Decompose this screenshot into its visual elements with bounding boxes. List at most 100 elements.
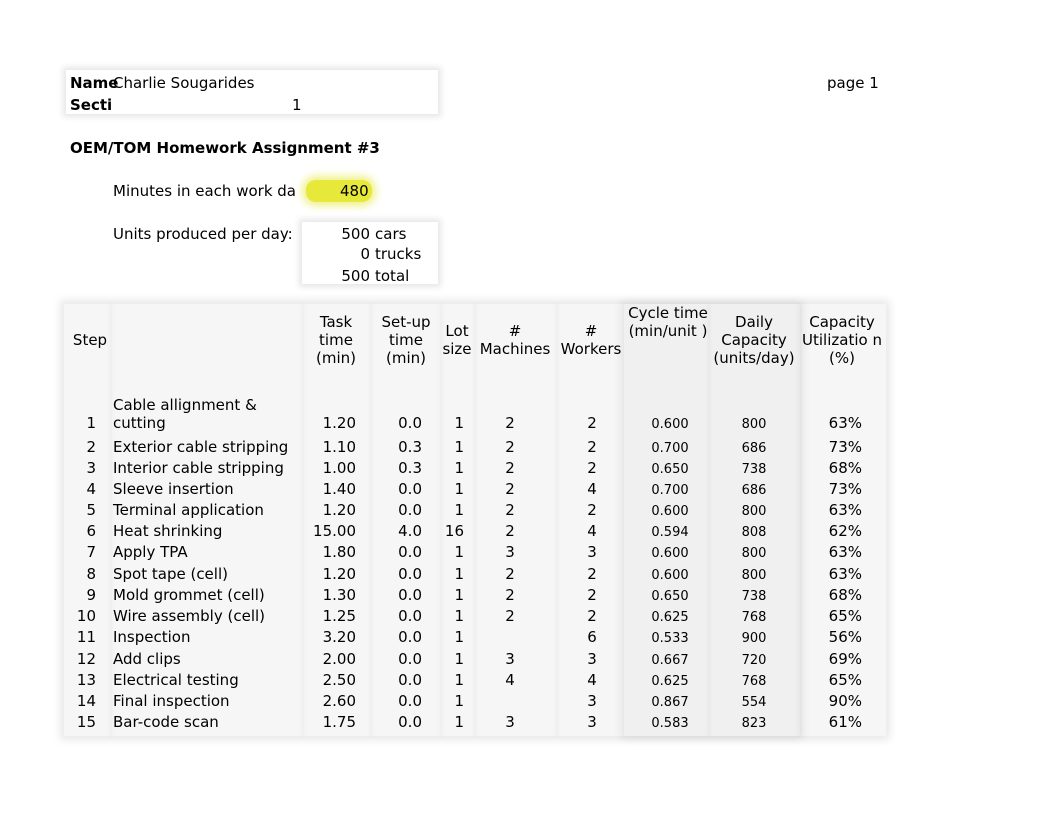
lot-size-cell[interactable]: 1: [440, 501, 464, 519]
setup-time-cell[interactable]: 0.0: [378, 671, 422, 689]
machines-count-cell[interactable]: 3: [498, 713, 522, 731]
workers-count-cell[interactable]: 2: [580, 438, 604, 456]
table-row: 15 Bar-code scan 1.75 0.0 1 3 3 0.583 823 61%: [64, 713, 886, 734]
setup-time-cell[interactable]: 0.0: [378, 414, 422, 432]
lot-size-cell[interactable]: 1: [440, 414, 464, 432]
setup-time-cell[interactable]: 0.0: [378, 607, 422, 625]
step-number-cell: 15: [76, 713, 96, 731]
lot-size-cell[interactable]: 1: [440, 650, 464, 668]
task-time-cell[interactable]: 1.00: [308, 459, 356, 477]
task-time-cell[interactable]: 1.80: [308, 543, 356, 561]
setup-time-cell[interactable]: 0.0: [378, 692, 422, 710]
table-row: 14 Final inspection 2.60 0.0 1 3 0.867 554 90%: [64, 692, 886, 713]
setup-time-cell[interactable]: 0.0: [378, 650, 422, 668]
header-machines: # Machines: [479, 322, 551, 358]
setup-time-cell[interactable]: 0.0: [378, 543, 422, 561]
task-time-cell[interactable]: 15.00: [308, 522, 356, 540]
workers-count-cell[interactable]: 3: [580, 692, 604, 710]
workers-count-cell[interactable]: 2: [580, 501, 604, 519]
lot-size-cell[interactable]: 1: [440, 586, 464, 604]
task-time-cell[interactable]: 1.10: [308, 438, 356, 456]
lot-size-cell[interactable]: 1: [440, 692, 464, 710]
step-description-cell: Electrical testing: [113, 671, 239, 689]
cycle-time-cell: 0.600: [651, 546, 689, 561]
task-time-cell[interactable]: 1.25: [308, 607, 356, 625]
capacity-utilization-cell: 73%: [828, 438, 862, 456]
daily-capacity-cell: 800: [741, 568, 767, 583]
setup-time-cell[interactable]: 0.3: [378, 459, 422, 477]
minutes-label: Minutes in each work da: [113, 182, 296, 200]
step-number-cell: 10: [76, 607, 96, 625]
setup-time-cell[interactable]: 0.3: [378, 438, 422, 456]
workers-count-cell[interactable]: 2: [580, 565, 604, 583]
workers-count-cell[interactable]: 4: [580, 522, 604, 540]
workers-count-cell[interactable]: 3: [580, 713, 604, 731]
setup-time-cell[interactable]: 0.0: [378, 713, 422, 731]
setup-time-cell[interactable]: 0.0: [378, 501, 422, 519]
cycle-time-cell: 0.700: [651, 441, 689, 456]
lot-size-cell[interactable]: 1: [440, 607, 464, 625]
task-time-cell[interactable]: 1.20: [308, 414, 356, 432]
workers-count-cell[interactable]: 2: [580, 586, 604, 604]
workers-count-cell[interactable]: 4: [580, 480, 604, 498]
machines-count-cell[interactable]: 2: [498, 607, 522, 625]
units-value[interactable]: 500: [310, 267, 370, 285]
lot-size-cell[interactable]: 1: [440, 480, 464, 498]
lot-size-cell[interactable]: 1: [440, 438, 464, 456]
lot-size-cell[interactable]: 1: [440, 543, 464, 561]
task-time-cell[interactable]: 1.20: [308, 565, 356, 583]
cycle-time-cell: 0.583: [651, 716, 689, 731]
machines-count-cell[interactable]: 2: [498, 459, 522, 477]
machines-count-cell[interactable]: 2: [498, 522, 522, 540]
task-time-cell[interactable]: 2.50: [308, 671, 356, 689]
machines-count-cell[interactable]: 3: [498, 650, 522, 668]
machines-count-cell[interactable]: 2: [498, 565, 522, 583]
lot-size-cell[interactable]: 1: [440, 713, 464, 731]
machines-count-cell[interactable]: 4: [498, 671, 522, 689]
machines-count-cell[interactable]: 2: [498, 501, 522, 519]
workers-count-cell[interactable]: 2: [580, 459, 604, 477]
name-value[interactable]: Charlie Sougarides: [113, 74, 255, 92]
capacity-utilization-cell: 68%: [828, 586, 862, 604]
section-value[interactable]: 1: [292, 96, 302, 114]
task-time-cell[interactable]: 1.75: [308, 713, 356, 731]
step-description-cell: Heat shrinking: [113, 522, 223, 540]
setup-time-cell[interactable]: 0.0: [378, 586, 422, 604]
task-time-cell[interactable]: 1.30: [308, 586, 356, 604]
task-time-cell[interactable]: 2.00: [308, 650, 356, 668]
setup-time-cell[interactable]: 0.0: [378, 628, 422, 646]
workers-count-cell[interactable]: 3: [580, 543, 604, 561]
lot-size-cell[interactable]: 1: [440, 459, 464, 477]
cycle-time-cell: 0.625: [651, 674, 689, 689]
step-description-cell: Cable allignment & cutting: [113, 396, 257, 432]
header-workers: # Workers: [560, 322, 622, 358]
table-row: 2 Exterior cable stripping 1.10 0.3 1 2 2 0.700…: [64, 438, 886, 459]
workers-count-cell[interactable]: 2: [580, 414, 604, 432]
workers-count-cell[interactable]: 4: [580, 671, 604, 689]
lot-size-cell[interactable]: 16: [440, 522, 464, 540]
machines-count-cell[interactable]: 2: [498, 414, 522, 432]
units-value[interactable]: 500: [310, 225, 370, 243]
setup-time-cell[interactable]: 0.0: [378, 565, 422, 583]
lot-size-cell[interactable]: 1: [440, 565, 464, 583]
lot-size-cell[interactable]: 1: [440, 628, 464, 646]
workers-count-cell[interactable]: 6: [580, 628, 604, 646]
task-time-cell[interactable]: 1.40: [308, 480, 356, 498]
minutes-value[interactable]: 480: [340, 182, 369, 200]
setup-time-cell[interactable]: 0.0: [378, 480, 422, 498]
page-title: OEM/TOM Homework Assignment #3: [70, 139, 380, 157]
machines-count-cell[interactable]: 2: [498, 438, 522, 456]
task-time-cell[interactable]: 1.20: [308, 501, 356, 519]
machines-count-cell[interactable]: 2: [498, 480, 522, 498]
machines-count-cell[interactable]: 3: [498, 543, 522, 561]
task-time-cell[interactable]: 2.60: [308, 692, 356, 710]
lot-size-cell[interactable]: 1: [440, 671, 464, 689]
task-time-cell[interactable]: 3.20: [308, 628, 356, 646]
step-number-cell: 13: [76, 671, 96, 689]
setup-time-cell[interactable]: 4.0: [378, 522, 422, 540]
workers-count-cell[interactable]: 3: [580, 650, 604, 668]
machines-count-cell[interactable]: 2: [498, 586, 522, 604]
units-value[interactable]: 0: [310, 245, 370, 263]
workers-count-cell[interactable]: 2: [580, 607, 604, 625]
step-number-cell: 11: [76, 628, 96, 646]
